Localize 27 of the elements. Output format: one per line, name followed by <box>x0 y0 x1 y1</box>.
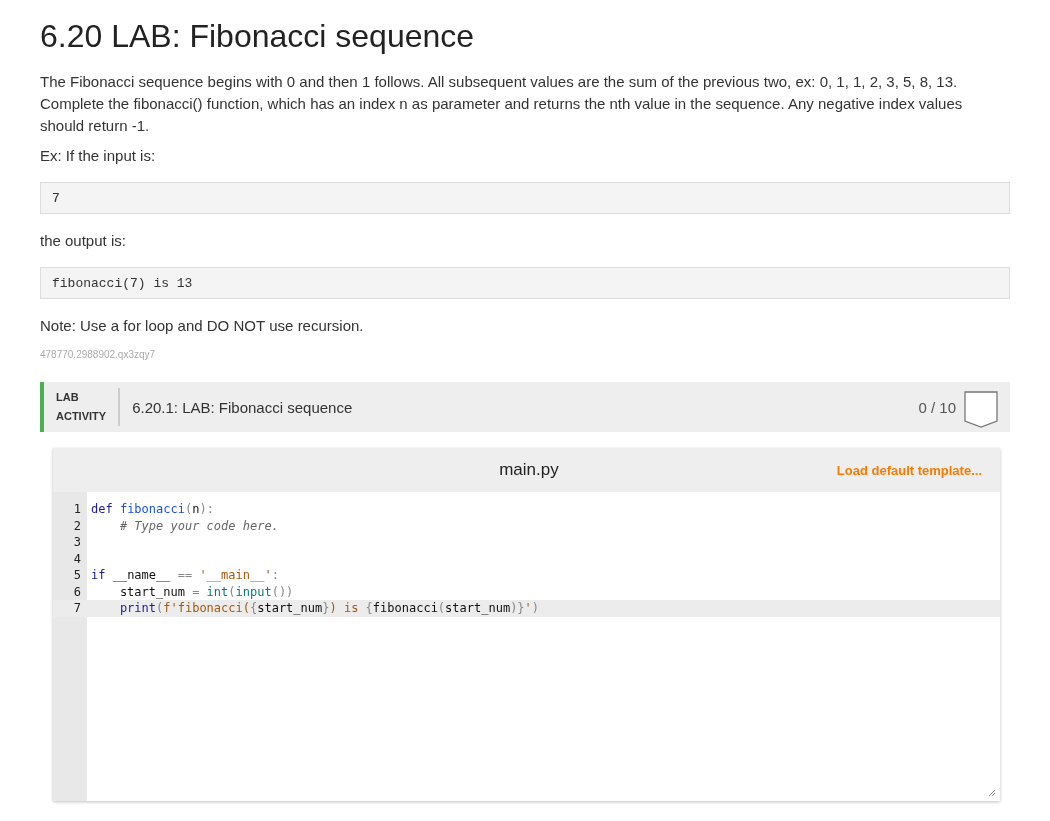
line-number: 6 <box>72 583 82 600</box>
page-title: 6.20 LAB: Fibonacci sequence <box>40 17 476 56</box>
line-number: 1 <box>72 501 82 518</box>
code-line: print(f'fibonacci({start_num}) is {fibonacci(start_num)}') <box>118 600 540 617</box>
lab-activity-label: LAB ACTIVITY <box>56 388 121 426</box>
lab-id-text: 478770.2988902.qx3zqy7 <box>40 349 157 360</box>
example-output-block: fibonacci(7) is 13 <box>40 267 1010 299</box>
line-number: 2 <box>72 517 82 534</box>
lab-title: 6.20.1: LAB: Fibonacci sequence <box>132 398 354 416</box>
score-text: 0 / 10 <box>918 398 956 416</box>
resize-handle-icon[interactable] <box>988 789 996 797</box>
code-editor[interactable]: main.py Load default template... 1 def fibonacci(n): 2 # Type your code here. 3 4 5 if __name__ == '__main__': 6 start_num = int(input()) 7 print(f'fibonacci({start_num}) is {fibonacci(start_num)}') <box>53 448 1000 801</box>
note-text: Note: Use a for loop and DO NOT use recursion. <box>40 316 365 336</box>
example-input-block: 7 <box>40 182 1010 214</box>
code-line: if __name__ == '__main__': <box>91 567 279 584</box>
code-line: # Type your code here. <box>118 517 279 534</box>
filename-text: main.py <box>498 460 560 480</box>
example-intro-text: Ex: If the input is: <box>40 146 157 166</box>
line-number: 4 <box>72 550 82 567</box>
line-number: 5 <box>72 567 82 584</box>
description-text: The Fibonacci sequence begins with 0 and then 1 follows. All subsequent values are the sum of the previous two, ex: 0, 1, 1, 2, 3, 5, 8, 13. Complete the fibonacci() function, which has an index n as parameter and returns the nth value in the sequence. Any negative index values should return -1. <box>40 72 964 136</box>
line-number: 3 <box>72 534 82 551</box>
code-line: start_num = int(input()) <box>118 583 294 600</box>
completion-badge-icon <box>964 391 998 429</box>
line-number: 7 <box>72 600 82 617</box>
output-intro-text: the output is: <box>40 231 127 251</box>
code-line: def fibonacci(n): <box>91 501 214 518</box>
